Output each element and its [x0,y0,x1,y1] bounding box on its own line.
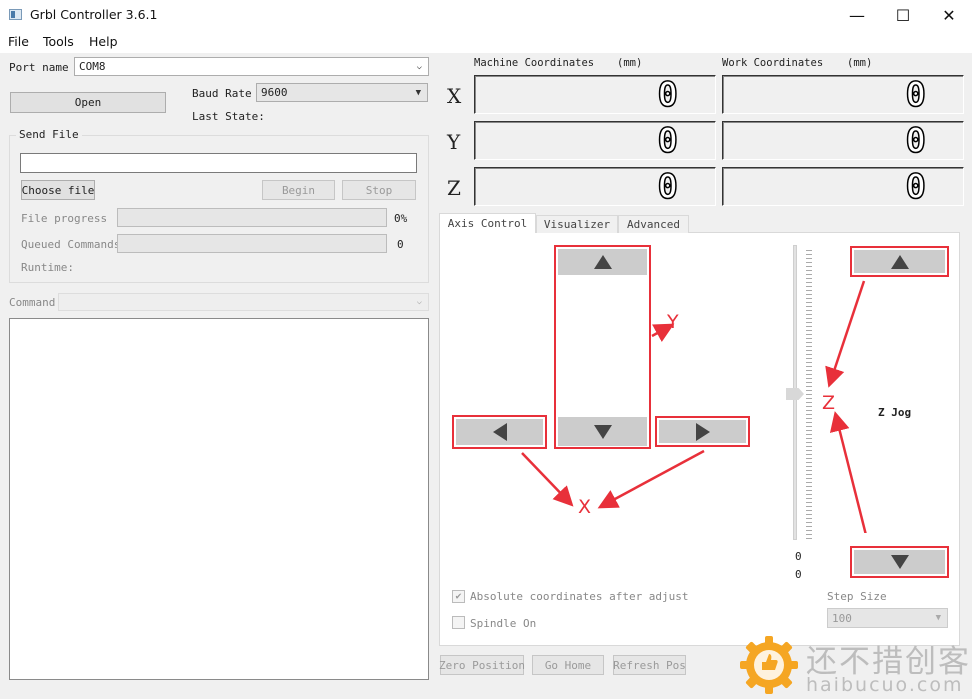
work-x-value: 0 [905,74,927,116]
dropdown-arrow-icon: ⌵ [416,61,422,72]
work-z-display: 0 [722,166,964,208]
machine-x-value: 0 [657,74,679,116]
file-progress-label: File progress [21,212,108,225]
spindle-on-label: Spindle On [470,617,537,630]
z-annotation-arrow-down [829,411,867,533]
baud-rate-value: 9600 [261,86,288,99]
runtime-label: Runtime: [21,261,74,274]
queued-commands-bar [117,234,387,253]
work-z-value: 0 [905,166,927,208]
machine-z-display: 0 [474,166,716,208]
tab-visualizer[interactable]: Visualizer [536,215,618,233]
work-coordinates-header: Work Coordinates [722,57,824,69]
window-title: Grbl Controller 3.6.1 [30,7,158,22]
z-annotation-label: Z [822,392,836,414]
menu-file[interactable]: File [8,34,29,49]
queued-commands-label: Queued Commands [21,238,121,251]
menu-bar [0,31,972,53]
tab-advanced[interactable]: Advanced [618,215,689,233]
absolute-coordinates-label: Absolute coordinates after adjust [470,590,689,603]
step-size-label: Step Size [827,590,887,603]
begin-button[interactable]: Begin [262,180,335,200]
menu-tools[interactable]: Tools [43,34,74,49]
close-button[interactable]: ✕ [926,0,972,31]
x-annotation-label: X [578,496,592,518]
z-minus-button[interactable] [854,550,945,574]
axis-x-label: X [447,84,462,108]
command-input[interactable]: ⌵ [58,293,429,311]
dropdown-arrow-icon: ▼ [415,87,421,98]
menu-help[interactable]: Help [89,34,118,49]
refresh-pos-button[interactable]: Refresh Pos [613,655,686,675]
baud-rate-select[interactable]: 9600 ▼ [256,83,428,102]
x-annotation-arrow-right [597,449,705,509]
dropdown-arrow-icon: ▼ [935,613,941,623]
check-icon: ✔ [455,591,462,602]
z-annotation-arrow-up [825,280,866,388]
command-label: Command [9,296,56,309]
choose-file-button[interactable]: Choose file [21,180,95,200]
machine-x-display: 0 [474,74,716,116]
app-icon [9,9,22,20]
spindle-on-checkbox[interactable] [452,616,465,629]
annotation-arrows [521,280,867,533]
down-arrow-icon [890,555,909,569]
z-slider-value-bottom: 0 [795,568,802,581]
absolute-coordinates-checkbox[interactable]: ✔ [452,590,465,603]
step-size-value: 100 [832,611,852,625]
watermark-url: haibucuo.com [806,674,964,696]
go-home-button[interactable]: Go Home [532,655,604,675]
send-file-label: Send File [16,128,82,141]
file-path-input[interactable] [20,153,417,173]
work-x-display: 0 [722,74,964,116]
port-name-value: COM8 [79,60,106,73]
machine-z-value: 0 [657,166,679,208]
x-annotation-arrow-left [521,452,574,507]
work-y-display: 0 [722,120,964,162]
baud-rate-label: Baud Rate [192,87,252,100]
machine-unit-label: (mm) [617,57,643,69]
axis-z-label: Z [447,176,461,200]
z-slider-value-top: 0 [795,550,802,563]
work-unit-label: (mm) [847,57,873,69]
maximize-button[interactable]: ☐ [880,0,926,31]
gear-badge-icon [740,636,798,694]
port-name-label: Port name [9,61,69,74]
open-button[interactable]: Open [10,92,166,113]
last-state-label: Last State: [192,110,265,123]
step-size-select[interactable]: 100 ▼ [827,608,948,628]
zero-position-button[interactable]: Zero Position [439,655,525,675]
work-y-value: 0 [905,120,927,162]
machine-y-value: 0 [657,120,679,162]
port-name-select[interactable]: COM8 ⌵ [74,57,429,76]
axis-y-label: Y [447,130,461,154]
file-progress-bar [117,208,387,227]
machine-coordinates-header: Machine Coordinates [474,57,595,69]
file-progress-percent: 0% [394,212,408,225]
y-annotation-label: Y [667,311,679,333]
dropdown-arrow-icon: ⌵ [416,297,422,307]
machine-y-display: 0 [474,120,716,162]
tab-axis-control[interactable]: Axis Control [439,213,536,233]
queued-commands-value: 0 [397,238,404,251]
stop-button[interactable]: Stop [342,180,416,200]
minimize-button[interactable]: — [834,0,880,31]
console-output[interactable] [9,318,429,680]
